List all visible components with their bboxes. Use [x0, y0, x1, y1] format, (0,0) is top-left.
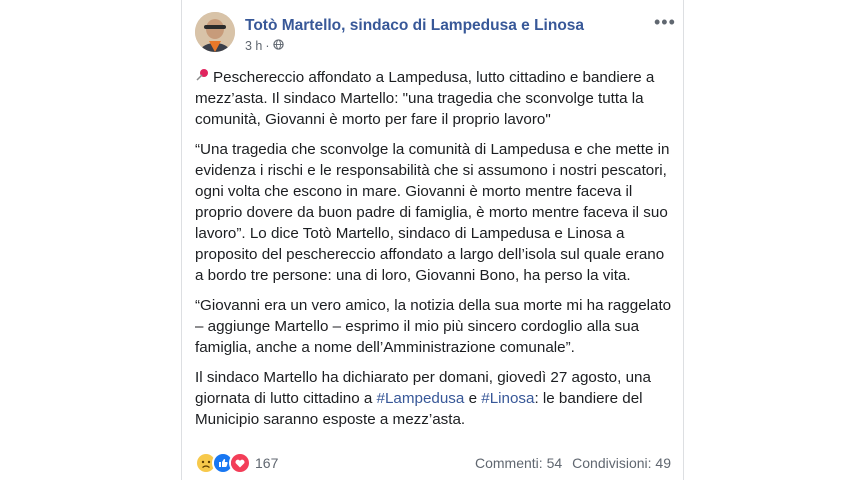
post-timestamp[interactable]: 3 h [245, 39, 262, 53]
paragraph-1-text: Peschereccio affondato a Lampedusa, lutt… [195, 69, 655, 128]
more-options-icon[interactable]: ••• [654, 12, 676, 33]
comments-count-link[interactable]: Commenti: 54 [475, 455, 562, 471]
reactions-summary[interactable]: 167 [195, 452, 278, 474]
love-reaction-icon [229, 452, 251, 474]
author-avatar[interactable] [195, 12, 235, 52]
author-name[interactable]: Totò Martello, sindaco di Lampedusa e Li… [245, 17, 584, 35]
separator-dot: · [265, 39, 270, 53]
shares-count-link[interactable]: Condivisioni: 49 [572, 455, 671, 471]
post-stats: Commenti: 54 Condivisioni: 49 [475, 455, 671, 471]
post-paragraph-4: Il sindaco Martello ha dichiarato per do… [195, 367, 673, 430]
post-paragraph-2: “Una tragedia che sconvolge la comunità … [195, 141, 670, 284]
pushpin-icon [195, 67, 209, 88]
globe-icon [272, 39, 284, 53]
post-meta: 3 h · [245, 39, 284, 53]
hashtag-lampedusa[interactable]: #Lampedusa [377, 390, 465, 407]
post-footer: 167 Commenti: 54 Condivisioni: 49 [195, 452, 671, 474]
paragraph-4-text-b: e [464, 390, 482, 407]
reactions-count: 167 [255, 455, 279, 471]
post-body: Peschereccio affondato a Lampedusa, lutt… [195, 67, 673, 439]
post-paragraph-1: Peschereccio affondato a Lampedusa, lutt… [195, 67, 673, 130]
hashtag-linosa[interactable]: #Linosa [481, 390, 534, 407]
post-paragraph-3: “Giovanni era un vero amico, la notizia … [195, 297, 672, 356]
